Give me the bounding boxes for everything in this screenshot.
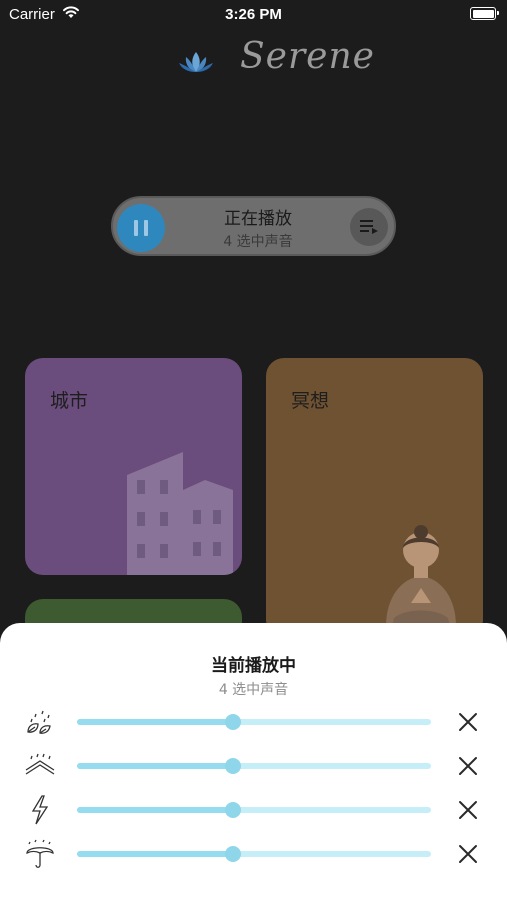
volume-slider-thumb[interactable] — [224, 758, 241, 774]
volume-slider-fill — [77, 719, 233, 725]
close-icon[interactable] — [457, 843, 479, 865]
app-logo-text: Serene — [240, 36, 375, 77]
close-icon[interactable] — [457, 711, 479, 733]
sheet-subtitle: 4 选中声音 — [218, 682, 289, 698]
city-buildings-icon — [127, 452, 233, 575]
sound-row — [0, 834, 507, 874]
sound-row — [0, 746, 507, 786]
lotus-icon — [179, 52, 213, 72]
volume-slider-thumb[interactable] — [224, 714, 241, 730]
category-label: 冥想 — [291, 390, 330, 412]
volume-slider-fill — [77, 763, 233, 769]
sheet-title: 当前播放中 — [211, 656, 296, 676]
umbrella-rain-icon — [26, 839, 54, 868]
category-card-meditation[interactable]: 冥想 — [266, 358, 483, 638]
sound-row — [0, 790, 507, 830]
now-playing-subtitle: 4 选中声音 — [223, 234, 293, 250]
volume-slider-fill — [77, 851, 233, 857]
volume-slider[interactable] — [77, 846, 431, 862]
queue-button[interactable] — [350, 208, 388, 246]
now-playing-title: 正在播放 — [224, 209, 292, 229]
playlist-icon — [360, 220, 378, 234]
rain-leaves-icon — [27, 710, 51, 734]
battery-icon — [470, 7, 499, 20]
category-card-city[interactable]: 城市 — [25, 358, 242, 575]
rain-roof-icon — [25, 753, 55, 775]
now-playing-pill[interactable]: 正在播放 4 选中声音 — [111, 196, 396, 256]
pause-button[interactable] — [117, 204, 165, 252]
buddha-icon — [371, 525, 471, 638]
close-icon[interactable] — [457, 799, 479, 821]
volume-slider-thumb[interactable] — [224, 846, 241, 862]
status-bar: Carrier 3:26 PM — [0, 0, 507, 30]
category-label: 城市 — [50, 390, 89, 412]
status-time: 3:26 PM — [225, 6, 282, 23]
now-playing-sheet: 当前播放中 4 选中声音 — [0, 623, 507, 900]
close-icon[interactable] — [457, 755, 479, 777]
sound-row — [0, 702, 507, 742]
volume-slider[interactable] — [77, 714, 431, 730]
volume-slider-thumb[interactable] — [224, 802, 241, 818]
volume-slider-fill — [77, 807, 233, 813]
volume-slider[interactable] — [77, 758, 431, 774]
volume-slider[interactable] — [77, 802, 431, 818]
thunder-icon — [31, 795, 49, 825]
